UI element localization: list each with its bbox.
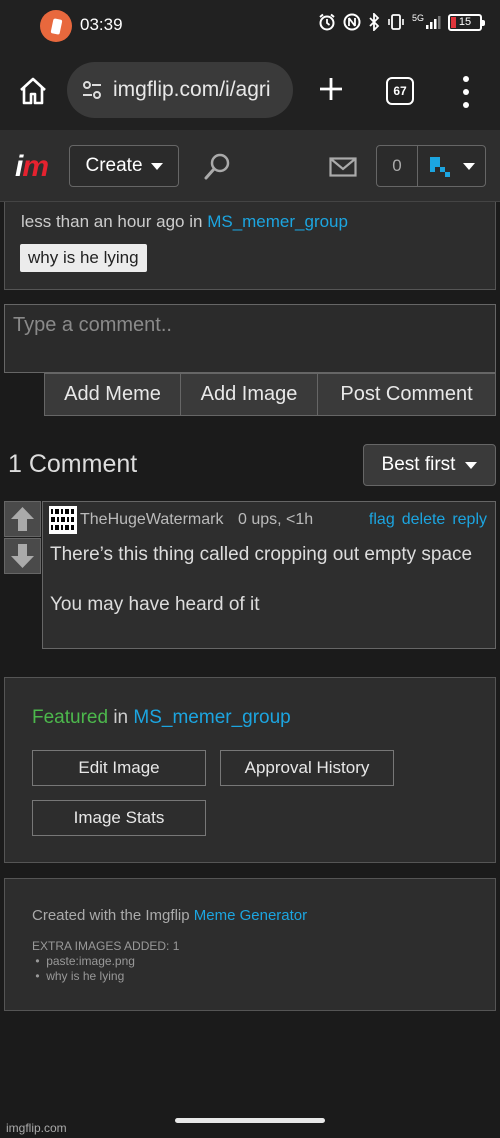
image-stats-button[interactable]: Image Stats <box>32 800 206 836</box>
search-icon[interactable] <box>202 152 232 182</box>
comment-meta: 0 ups, <1h <box>238 511 314 528</box>
site-header: im Create 0 <box>0 130 500 202</box>
list-item: • why is he lying <box>32 969 125 983</box>
watermark: imgflip.com <box>6 1121 67 1135</box>
browser-toolbar: imgflip.com/i/agri 67 <box>0 52 500 130</box>
featured-box: Featured in MS_memer_group Edit Image Ap… <box>4 677 496 863</box>
battery-icon: 15 <box>448 13 485 31</box>
featured-line: Featured in MS_memer_group <box>32 707 291 728</box>
nfc-icon <box>343 13 361 31</box>
status-bar: 03:39 5G 15 <box>0 0 500 52</box>
comment-text: There’s this thing called cropping out e… <box>50 544 473 615</box>
home-icon[interactable] <box>16 74 50 108</box>
sort-select[interactable]: Best first <box>363 444 496 486</box>
arrow-up-icon <box>11 507 34 531</box>
post-comment-button[interactable]: Post Comment <box>318 373 496 416</box>
url-text[interactable]: imgflip.com/i/agri <box>113 78 271 102</box>
status-icons: 5G 15 <box>318 13 485 31</box>
mail-icon[interactable] <box>329 157 357 177</box>
tab-switcher-button[interactable]: 67 <box>386 77 414 105</box>
url-bar[interactable]: imgflip.com/i/agri <box>67 62 293 118</box>
imgflip-logo[interactable]: im <box>15 150 49 184</box>
user-avatar-icon <box>429 157 450 177</box>
chevron-down-icon <box>465 461 478 469</box>
notification-count[interactable]: 0 <box>376 145 418 187</box>
new-tab-icon[interactable] <box>316 74 346 104</box>
edit-image-button[interactable]: Edit Image <box>32 750 206 786</box>
add-meme-button[interactable]: Add Meme <box>44 373 181 416</box>
meme-title-tag[interactable]: why is he lying <box>20 244 147 272</box>
created-with-box: Created with the Imgflip Meme Generator … <box>4 878 496 1011</box>
extra-images-title: EXTRA IMAGES ADDED: 1 <box>32 939 180 953</box>
status-clock: 03:39 <box>80 15 123 34</box>
chevron-down-icon <box>150 162 163 170</box>
avatar[interactable] <box>49 506 77 534</box>
comment-item: TheHugeWatermark 0 ups, <1h flag delete … <box>42 501 496 649</box>
sort-label: Best first <box>381 454 456 475</box>
add-image-button[interactable]: Add Image <box>181 373 318 416</box>
downvote-button[interactable] <box>4 538 41 574</box>
featured-label: Featured <box>32 707 109 728</box>
approval-history-button[interactable]: Approval History <box>220 750 394 786</box>
home-indicator[interactable] <box>175 1118 325 1123</box>
featured-stream-link[interactable]: MS_memer_group <box>133 707 290 728</box>
alarm-icon <box>319 13 335 31</box>
comment-box <box>4 304 496 373</box>
comment-links: flag delete reply <box>369 511 487 529</box>
upvote-button[interactable] <box>4 501 41 537</box>
user-menu-button[interactable] <box>417 145 486 187</box>
arrow-down-icon <box>11 544 34 568</box>
site-settings-icon[interactable] <box>81 79 103 101</box>
vibrate-icon <box>388 14 404 30</box>
comment-username[interactable]: TheHugeWatermark <box>80 511 223 529</box>
comment-input[interactable] <box>5 305 495 372</box>
reply-link[interactable]: reply <box>452 511 487 529</box>
extra-images-list: • paste:image.png • why is he lying <box>32 954 135 984</box>
chevron-down-icon <box>462 162 475 170</box>
network-type: 5G <box>411 13 424 23</box>
list-item: • paste:image.png <box>32 954 135 968</box>
delete-link[interactable]: delete <box>402 511 446 529</box>
bluetooth-icon <box>369 13 380 31</box>
comments-count: 1 Comment <box>8 450 138 478</box>
meme-info-box: less than an hour ago in MS_memer_group … <box>4 202 496 290</box>
create-label: Create <box>85 155 143 176</box>
signal-icon <box>426 16 441 29</box>
create-button[interactable]: Create <box>69 145 179 187</box>
created-with-line: Created with the Imgflip Meme Generator <box>32 907 308 924</box>
comment-actions: Add Meme Add Image Post Comment <box>44 373 496 416</box>
screen-record-icon[interactable] <box>40 10 72 42</box>
posted-line: less than an hour ago in MS_memer_group <box>21 212 348 231</box>
meme-generator-link[interactable]: Meme Generator <box>194 907 307 924</box>
browser-menu-icon[interactable] <box>458 76 474 108</box>
flag-link[interactable]: flag <box>369 511 395 529</box>
stream-link[interactable]: MS_memer_group <box>207 212 348 231</box>
